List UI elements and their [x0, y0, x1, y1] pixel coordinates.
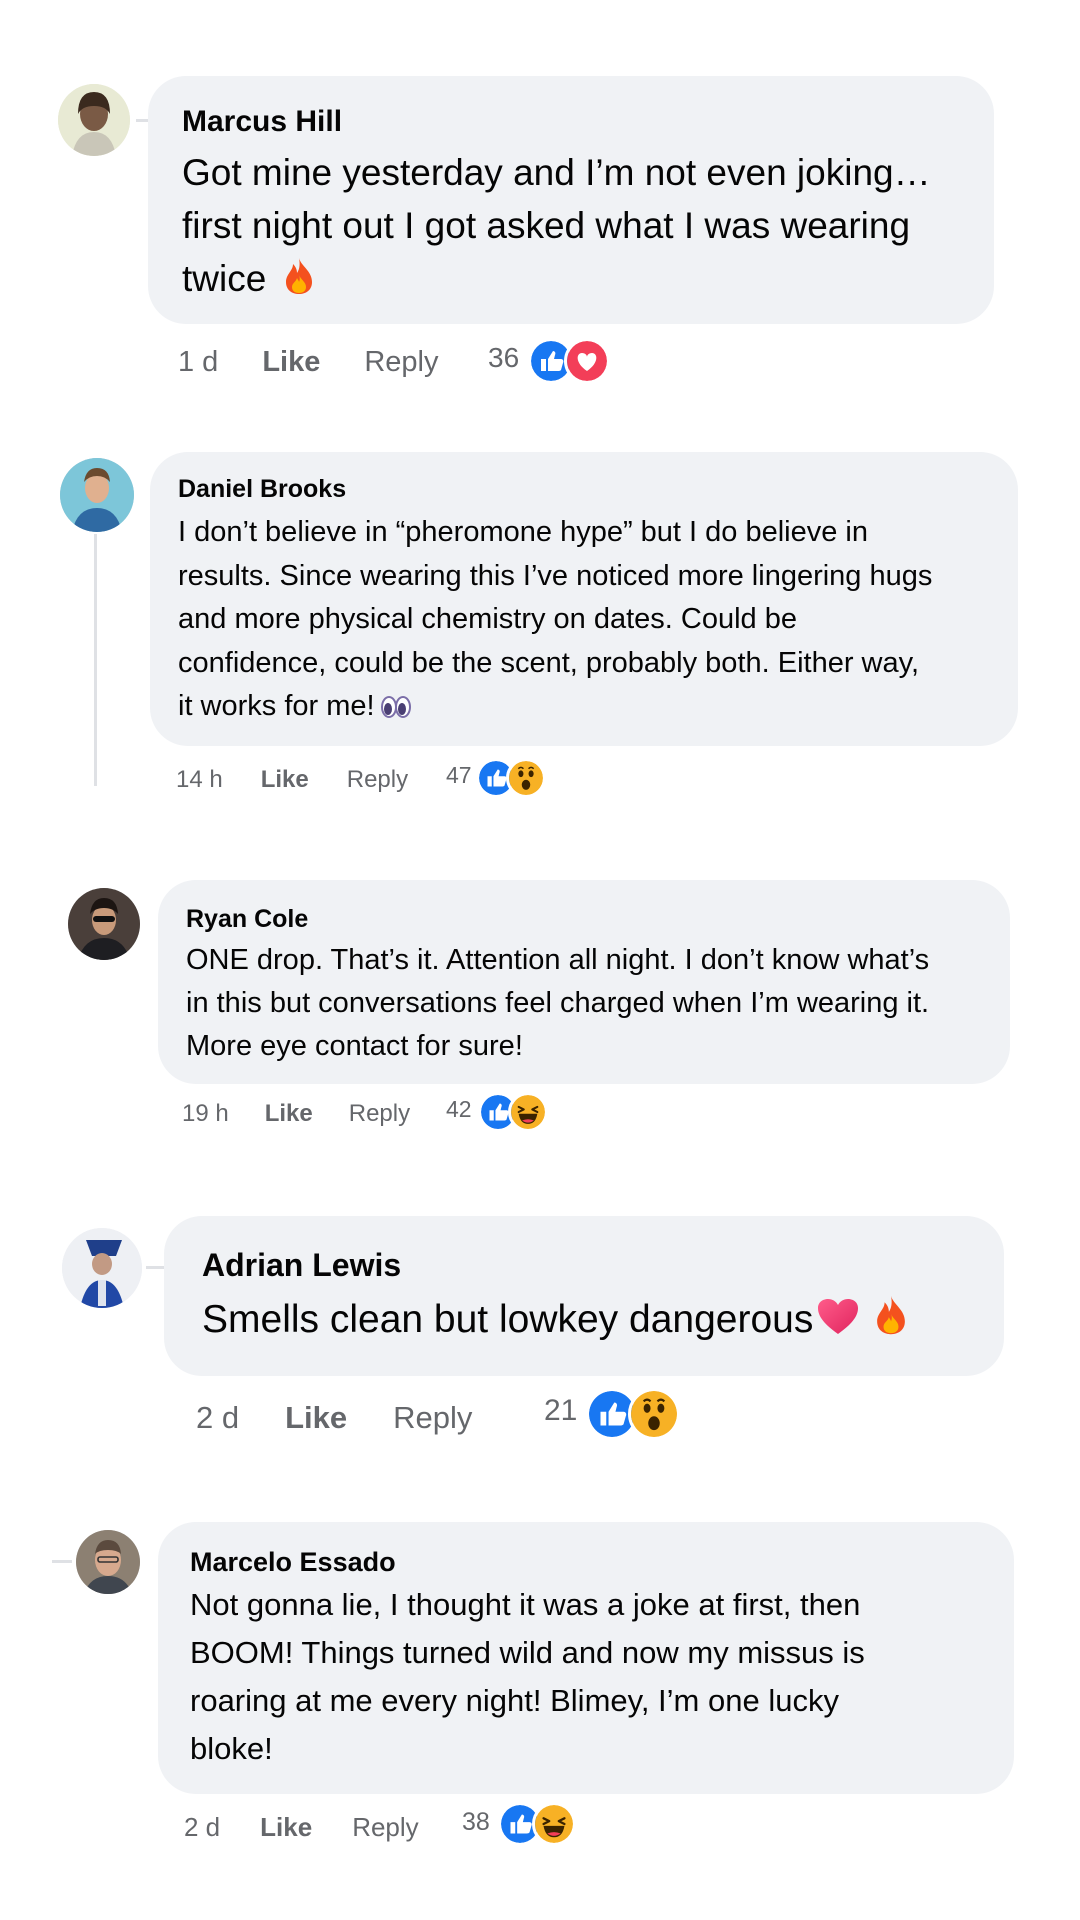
comment-actions: 2 d Like Reply	[184, 1812, 419, 1843]
comment: Marcelo Essado Not gonna lie, I thought …	[0, 0, 1080, 1900]
haha-icon	[532, 1802, 576, 1846]
reply-button[interactable]: Reply	[352, 1812, 418, 1843]
comment-line: roaring at me every night! Blimey, I’m o…	[190, 1683, 839, 1718]
comment-bubble: Marcelo Essado Not gonna lie, I thought …	[158, 1522, 1014, 1794]
comment-line: BOOM! Things turned wild and now my miss…	[190, 1635, 865, 1670]
commenter-name[interactable]: Marcelo Essado	[190, 1546, 982, 1579]
thread-connector	[52, 1560, 72, 1563]
comment-line: Not gonna lie, I thought it was a joke a…	[190, 1587, 861, 1622]
comment-line: bloke!	[190, 1731, 273, 1766]
comment-time[interactable]: 2 d	[184, 1812, 220, 1843]
reaction-count[interactable]: 38	[462, 1808, 490, 1837]
like-button[interactable]: Like	[260, 1812, 312, 1843]
comment-text: Not gonna lie, I thought it was a joke a…	[190, 1581, 982, 1773]
avatar[interactable]	[76, 1530, 140, 1594]
reaction-summary[interactable]	[498, 1802, 576, 1846]
